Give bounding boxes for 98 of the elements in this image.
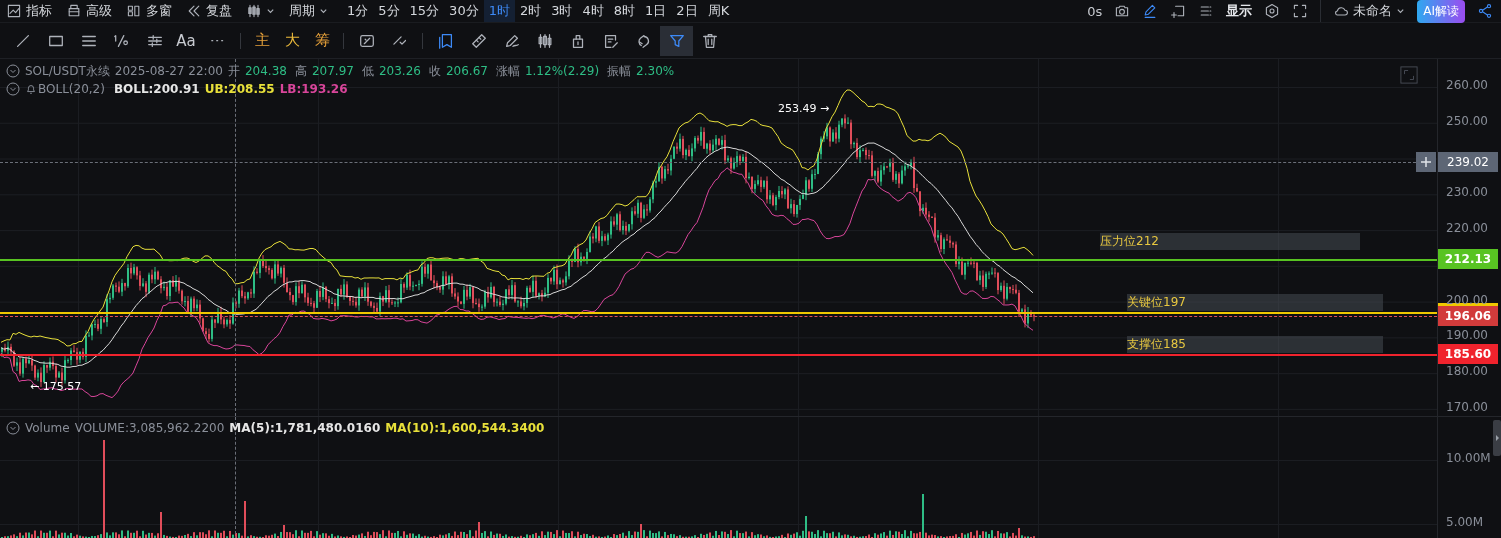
interval-tab[interactable]: 周K [702, 0, 735, 22]
stat-value: 1.12%(2.29) [524, 64, 600, 78]
menu-item[interactable]: 指标 [6, 2, 52, 20]
ruler-icon [469, 31, 488, 50]
camera-icon[interactable] [1114, 3, 1131, 19]
interval-tab[interactable]: 30分 [444, 0, 484, 22]
interval-tab[interactable]: 15分 [404, 0, 445, 22]
display-button[interactable]: 显示 [1226, 2, 1253, 20]
axis-label: 200.00 [1446, 294, 1488, 306]
menu-icon [186, 3, 202, 19]
indicator-name: Volume [25, 421, 70, 435]
add-alert-button[interactable] [1416, 152, 1436, 173]
caret-icon [319, 6, 328, 16]
drawing-tool[interactable] [660, 25, 693, 56]
collapse-icon[interactable] [6, 64, 20, 78]
axis-label: 220.00 [1446, 223, 1488, 235]
level-label[interactable]: 压力位212 [1100, 233, 1360, 250]
panel-handle-icon[interactable] [1493, 420, 1501, 456]
interval-tab[interactable]: 1日 [640, 0, 672, 22]
indicator-value: UB:208.55 [204, 82, 275, 96]
interval-tab[interactable]: 2时 [514, 0, 547, 22]
stat-value: 204.38 [244, 64, 287, 78]
candlestick-icon [246, 3, 262, 19]
menu-item[interactable]: 高级 [66, 2, 112, 20]
price-tag: 212.13 [1438, 249, 1498, 269]
bookmark-icon [436, 31, 455, 50]
menu-label: 指标 [26, 2, 52, 20]
indicator-value: MA(10):1,600,544.3400 [385, 421, 545, 435]
menu-label: 高级 [86, 2, 112, 20]
axis-label: 250.00 [1446, 115, 1488, 127]
axis-label: 5.00M [1446, 517, 1484, 528]
stat-label: 低 [361, 62, 374, 80]
indicator-value: BOLL:200.91 [113, 82, 200, 96]
interval-tab[interactable]: 3时 [546, 0, 578, 22]
settings-icon[interactable] [1264, 3, 1281, 19]
interval-tab[interactable]: 5分 [373, 0, 405, 22]
symbol-name: SOL/USDT永续 [25, 62, 110, 80]
level-label[interactable]: 支撑位185 [1127, 336, 1383, 353]
add-window-icon[interactable] [1170, 3, 1187, 19]
dots-icon [210, 37, 225, 44]
axis-label: 180.00 [1446, 366, 1488, 378]
stat-value: 207.97 [311, 64, 354, 78]
indicator-value: MA(5):1,781,480.0160 [229, 421, 381, 435]
collapse-icon[interactable] [6, 421, 20, 435]
tool-button[interactable]: 筹 [307, 25, 337, 56]
menu-item[interactable]: 复盘 [186, 2, 232, 20]
interval-tab[interactable]: 2日 [671, 0, 703, 22]
axis-label: 190.00 [1446, 330, 1488, 342]
layout-name: 未命名 [1353, 2, 1393, 20]
layout-dropdown[interactable]: 未命名 [1333, 2, 1406, 20]
ai-button[interactable]: AI解读 [1417, 0, 1465, 23]
stat-label: 收 [428, 62, 441, 80]
interval-tab[interactable]: 1时 [483, 0, 515, 22]
caret-icon [266, 6, 275, 16]
axis-label: 260.00 [1446, 80, 1488, 91]
caret-icon [1396, 6, 1406, 16]
tool-button[interactable]: Aa [171, 25, 201, 56]
interval-tab[interactable]: 4时 [577, 0, 609, 22]
trash-icon [700, 31, 719, 50]
chart-type-dropdown[interactable] [246, 3, 275, 19]
current-price-tag: 196.06 [1438, 305, 1498, 326]
axis-label: 230.00 [1446, 187, 1488, 199]
stat-label: 振幅 [607, 62, 632, 80]
axis-label: 10.00M [1446, 453, 1491, 464]
stat-value: 206.67 [445, 64, 488, 78]
price-tag: 185.60 [1438, 344, 1498, 364]
plus-icon [1420, 156, 1432, 169]
stat-label: 开 [227, 62, 240, 80]
menu-label: 多窗 [146, 2, 172, 20]
crosshair-price-tag: 239.02 [1438, 152, 1498, 173]
menu-item[interactable]: 多窗 [126, 2, 172, 20]
level-label[interactable]: 关键位197 [1127, 294, 1383, 311]
collapse-icon[interactable] [6, 82, 20, 96]
tool-button[interactable]: 主 [247, 25, 277, 56]
indicator-value: LB:193.26 [279, 82, 348, 96]
high-marker: 253.49 → [778, 102, 830, 115]
share-icon[interactable] [1477, 3, 1493, 19]
tool-button[interactable]: 大 [277, 25, 307, 56]
period-label: 周期 [289, 2, 315, 20]
datetime-text: 2025-08-27 22:00 [114, 64, 223, 78]
stat-value: 2.30% [636, 64, 675, 78]
menu-icon [66, 3, 82, 19]
interval-tab[interactable]: 8时 [608, 0, 641, 22]
axis-label: 170.00 [1446, 402, 1488, 413]
bell-icon[interactable] [25, 83, 37, 95]
fullscreen-icon[interactable] [1292, 3, 1309, 19]
stat-label: 高 [294, 62, 307, 80]
stat-label: 涨幅 [495, 62, 520, 80]
stat-value: 203.26 [378, 64, 421, 78]
menu-icon [6, 3, 22, 19]
indicator-name: BOLL(20,2) [38, 82, 105, 96]
low-marker: ← 175.57 [30, 380, 82, 393]
menu-icon [126, 3, 142, 19]
interval-tab[interactable]: 1分 [342, 0, 374, 22]
indicator-value: VOLUME:3,085,962.2200 [74, 421, 225, 435]
menu-label: 复盘 [206, 2, 232, 20]
period-dropdown[interactable]: 周期 [289, 2, 328, 20]
timer-text: 0s [1087, 3, 1103, 19]
